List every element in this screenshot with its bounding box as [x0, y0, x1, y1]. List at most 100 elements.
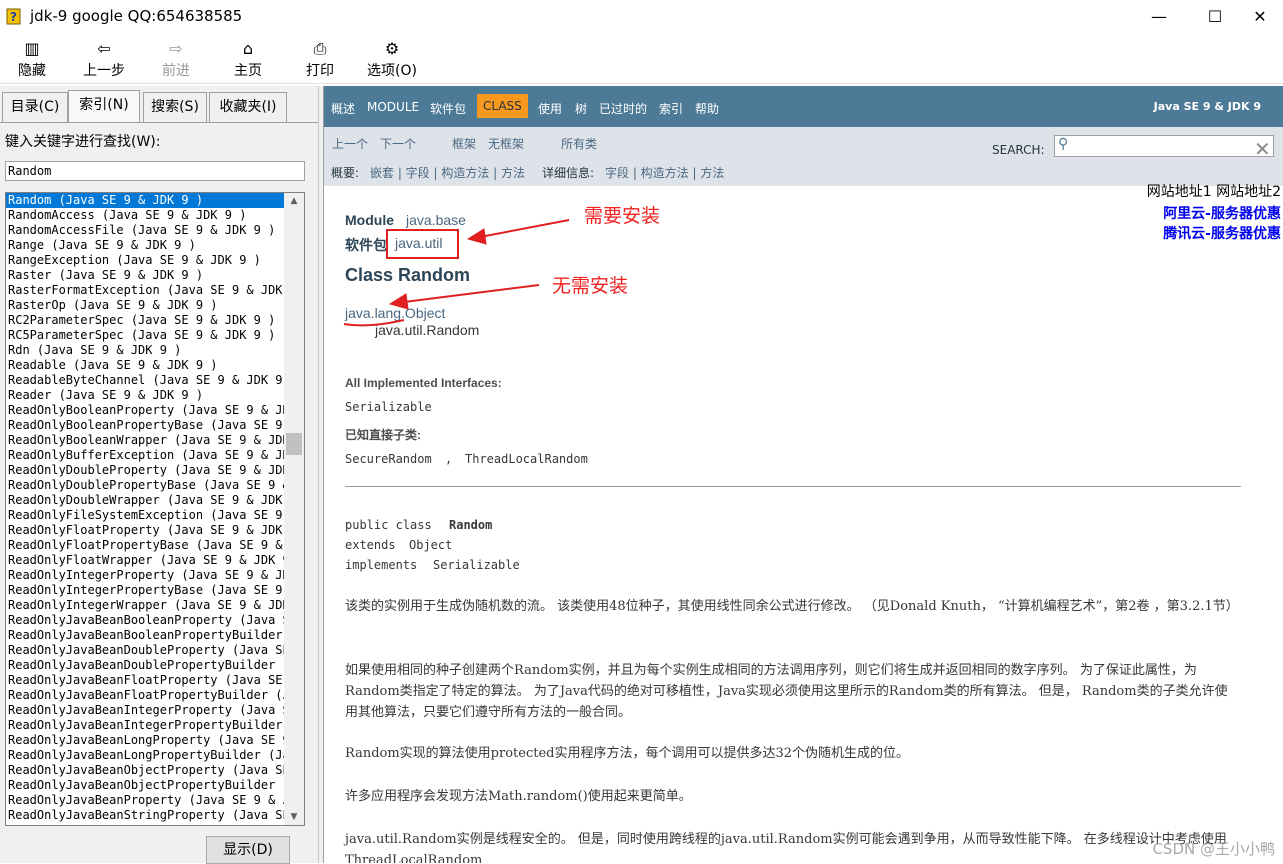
nav-help[interactable]: 帮助: [695, 100, 719, 117]
index-list-item[interactable]: ReadOnlyJavaBeanLongProperty (Java SE 9 …: [6, 733, 284, 748]
next-class-link[interactable]: 下一个: [380, 135, 416, 152]
index-list-item[interactable]: ReadOnlyBooleanProperty (Java SE 9 & JDK…: [6, 403, 284, 418]
index-list-item[interactable]: ReadOnlyDoubleWrapper (Java SE 9 & JDK 9…: [6, 493, 284, 508]
index-list-item[interactable]: Random (Java SE 9 & JDK 9 ): [6, 193, 284, 208]
nav-tree[interactable]: 树: [575, 100, 587, 117]
index-list-item[interactable]: ReadOnlyJavaBeanStringProperty (Java SE …: [6, 808, 284, 823]
minimize-button[interactable]: —: [1136, 0, 1182, 34]
subclass-separator: ,: [445, 452, 453, 466]
aliyun-ad-link[interactable]: 阿里云-服务器优惠: [1163, 203, 1281, 223]
index-list-item[interactable]: ReadOnlyFloatProperty (Java SE 9 & JDK 9…: [6, 523, 284, 538]
index-list-item[interactable]: ReadOnlyBooleanWrapper (Java SE 9 & JDK …: [6, 433, 284, 448]
index-list-item[interactable]: ReadOnlyJavaBeanDoublePropertyBuilder (J…: [6, 658, 284, 673]
index-list-item[interactable]: RC5ParameterSpec (Java SE 9 & JDK 9 ): [6, 328, 284, 343]
index-list-item[interactable]: Reader (Java SE 9 & JDK 9 ): [6, 388, 284, 403]
index-list-item[interactable]: ReadOnlyFloatWrapper (Java SE 9 & JDK 9 …: [6, 553, 284, 568]
index-list-item[interactable]: RandomAccess (Java SE 9 & JDK 9 ): [6, 208, 284, 223]
no-frames-link[interactable]: 无框架: [488, 135, 524, 152]
scroll-thumb[interactable]: [286, 433, 302, 455]
index-list-item[interactable]: RangeException (Java SE 9 & JDK 9 ): [6, 253, 284, 268]
nav-deprecated[interactable]: 已过时的: [599, 100, 647, 117]
index-list-item[interactable]: ReadOnlyFloatPropertyBase (Java SE 9 & J…: [6, 538, 284, 553]
index-list-item[interactable]: RasterOp (Java SE 9 & JDK 9 ): [6, 298, 284, 313]
index-list-item[interactable]: Raster (Java SE 9 & JDK 9 ): [6, 268, 284, 283]
index-list-item[interactable]: ReadOnlyJavaBeanIntegerProperty (Java SE…: [6, 703, 284, 718]
tab-contents[interactable]: 目录(C): [2, 92, 68, 122]
index-list-item[interactable]: ReadOnlyJavaBeanProperty (Java SE 9 & JD…: [6, 793, 284, 808]
nav-overview[interactable]: 概述: [331, 100, 355, 117]
index-list-item[interactable]: ReadOnlyJavaBeanBooleanProperty (Java SE…: [6, 613, 284, 628]
options-button[interactable]: ⚙ 选项(O): [362, 38, 422, 82]
index-list-item[interactable]: ReadOnlyBufferException (Java SE 9 & JDK…: [6, 448, 284, 463]
index-list-item[interactable]: ReadOnlyDoubleProperty (Java SE 9 & JDK …: [6, 463, 284, 478]
index-list-item[interactable]: ReadableByteChannel (Java SE 9 & JDK 9 ): [6, 373, 284, 388]
index-list-item[interactable]: ReadOnlyJavaBeanLongPropertyBuilder (Jav…: [6, 748, 284, 763]
tab-index[interactable]: 索引(N): [68, 90, 140, 123]
keyword-input[interactable]: Random: [5, 161, 305, 181]
index-list-item[interactable]: RC2ParameterSpec (Java SE 9 & JDK 9 ): [6, 313, 284, 328]
printer-icon: ⎙: [313, 39, 327, 58]
doc-search-input[interactable]: ⚲: [1054, 135, 1274, 157]
index-list-item[interactable]: RandomAccessFile (Java SE 9 & JDK 9 ): [6, 223, 284, 238]
index-listbox[interactable]: Random (Java SE 9 & JDK 9 ) RandomAccess …: [5, 192, 305, 826]
show-button[interactable]: 显示(D): [206, 836, 290, 864]
index-list-item[interactable]: Readable (Java SE 9 & JDK 9 ): [6, 358, 284, 373]
detail-links[interactable]: 字段 | 构造方法 | 方法: [605, 164, 724, 181]
index-list-item[interactable]: ReadOnlyJavaBeanDoubleProperty (Java SE …: [6, 643, 284, 658]
list-scrollbar[interactable]: ▲ ▼: [284, 193, 304, 825]
csdn-watermark: CSDN @王小小鸭: [1152, 840, 1275, 858]
scroll-up-icon[interactable]: ▲: [284, 193, 304, 209]
maximize-button[interactable]: ☐: [1192, 0, 1238, 34]
back-button[interactable]: ⇦ 上一步: [76, 38, 132, 82]
secure-random-link[interactable]: SecureRandom: [345, 452, 432, 466]
index-list-item[interactable]: ReadOnlyBooleanPropertyBase (Java SE 9 &…: [6, 418, 284, 433]
index-list-item[interactable]: Rdn (Java SE 9 & JDK 9 ): [6, 343, 284, 358]
index-list-item[interactable]: ReadOnlyIntegerWrapper (Java SE 9 & JDK …: [6, 598, 284, 613]
tab-favorites[interactable]: 收藏夹(I): [209, 92, 287, 122]
serializable-link[interactable]: Serializable: [345, 400, 432, 414]
section-divider: [345, 486, 1241, 487]
module-link[interactable]: java.base: [406, 212, 466, 228]
decl-class-name: Random: [449, 518, 493, 532]
site-links[interactable]: 网站地址1 网站地址2: [1147, 181, 1281, 201]
tab-search[interactable]: 搜索(S): [143, 92, 207, 122]
index-list-item[interactable]: ReadOnlyJavaBeanIntegerPropertyBuilder (…: [6, 718, 284, 733]
index-list-item[interactable]: Range (Java SE 9 & JDK 9 ): [6, 238, 284, 253]
index-list-item[interactable]: ReadOnlyIntegerPropertyBase (Java SE 9 &…: [6, 583, 284, 598]
index-list-item[interactable]: ReadOnlyJavaBeanBooleanPropertyBuilder (…: [6, 628, 284, 643]
clear-search-icon[interactable]: ✕: [1254, 137, 1271, 161]
scroll-down-icon[interactable]: ▼: [284, 809, 304, 825]
title-bar: ? jdk-9 google QQ:654638585 — ☐ ✕: [0, 0, 1283, 34]
forward-label: 前进: [162, 63, 190, 79]
index-panel: 键入关键字进行查找(W): Random Random (Java SE 9 &…: [0, 122, 318, 864]
nav-class[interactable]: CLASS: [477, 94, 528, 118]
index-list-item[interactable]: ReadOnlyDoublePropertyBase (Java SE 9 & …: [6, 478, 284, 493]
decl-object-link[interactable]: Object: [409, 538, 452, 552]
decl-serializable-link[interactable]: Serializable: [433, 558, 520, 572]
prev-class-link[interactable]: 上一个: [332, 135, 368, 152]
summary-label: 概要:: [331, 166, 360, 180]
desc-paragraph-5: java.util.Random实例是线程安全的。 但是，同时使用跨线程的jav…: [345, 832, 1227, 863]
index-list-item[interactable]: ReadOnlyJavaBeanFloatProperty (Java SE 9…: [6, 673, 284, 688]
index-list-item[interactable]: ReadOnlyFileSystemException (Java SE 9 &…: [6, 508, 284, 523]
parent-class-link[interactable]: java.lang.Object: [345, 305, 445, 321]
index-list-item[interactable]: RasterFormatException (Java SE 9 & JDK 9…: [6, 283, 284, 298]
index-list-item[interactable]: ReadOnlyJavaBeanObjectProperty (Java SE …: [6, 763, 284, 778]
tencent-ad-link[interactable]: 腾讯云-服务器优惠: [1163, 223, 1281, 243]
summary-links[interactable]: 嵌套 | 字段 | 构造方法 | 方法: [370, 164, 525, 181]
nav-index[interactable]: 索引: [659, 100, 683, 117]
nav-module[interactable]: MODULE: [367, 100, 419, 114]
index-list-item[interactable]: ReadOnlyJavaBeanObjectPropertyBuilder (J…: [6, 778, 284, 793]
index-list-item[interactable]: ReadOnlyIntegerProperty (Java SE 9 & JDK…: [6, 568, 284, 583]
index-list-item[interactable]: ReadOnlyJavaBeanFloatPropertyBuilder (Ja…: [6, 688, 284, 703]
nav-package[interactable]: 软件包: [430, 100, 466, 117]
close-button[interactable]: ✕: [1237, 0, 1283, 34]
print-button[interactable]: ⎙ 打印: [298, 38, 342, 82]
all-classes-link[interactable]: 所有类: [561, 135, 597, 152]
forward-button[interactable]: ⇨ 前进: [154, 38, 198, 82]
hide-button[interactable]: ▥ 隐藏: [10, 38, 54, 82]
nav-use[interactable]: 使用: [538, 100, 562, 117]
home-button[interactable]: ⌂ 主页: [226, 38, 270, 82]
frames-link[interactable]: 框架: [452, 135, 476, 152]
thread-local-random-link[interactable]: ThreadLocalRandom: [465, 452, 588, 466]
